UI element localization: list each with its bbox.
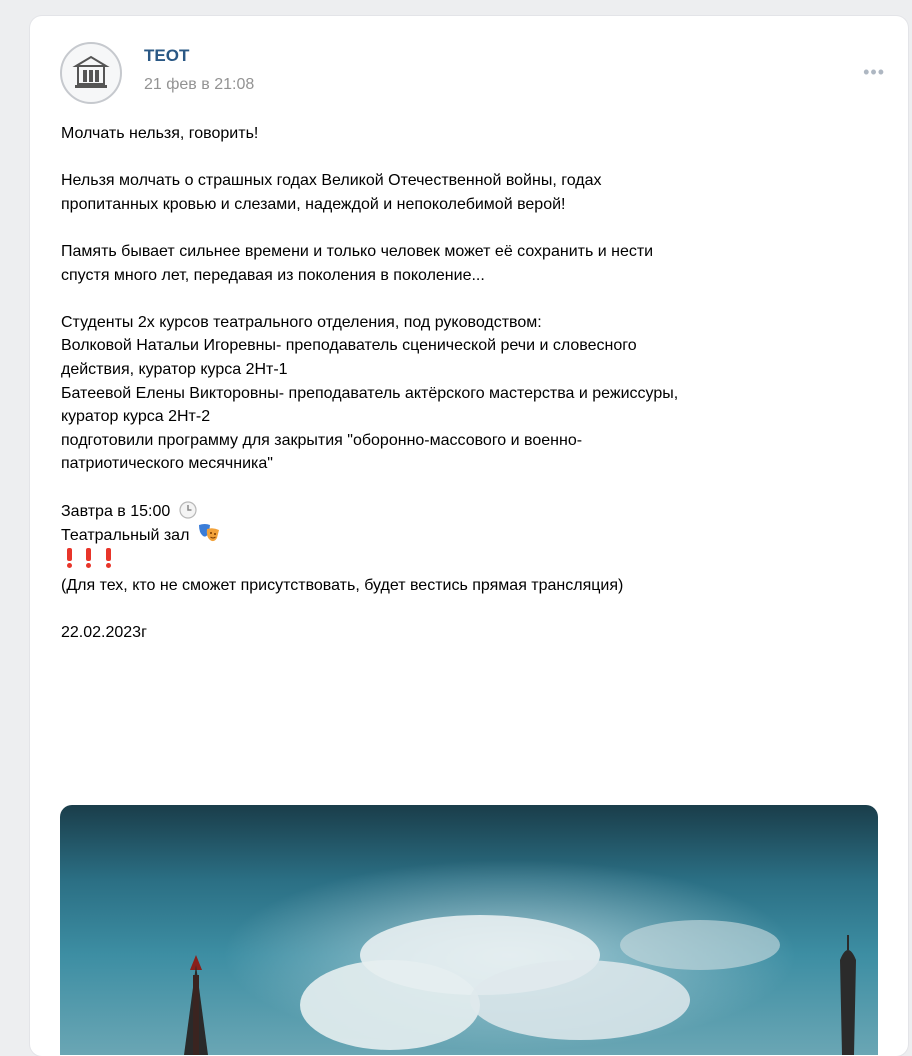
post-line: куратор курса 2Нт-2 [61, 408, 211, 426]
post-text: Молчать нельзя, говорить! Нельзя молчать… [61, 122, 891, 645]
post-line: (Для тех, кто не сможет присутствовать, … [61, 577, 624, 595]
post-line: 22.02.2023г [61, 624, 147, 642]
post-line: патриотического месячника" [61, 455, 273, 473]
kremlin-sky-image [184, 915, 856, 1055]
red-exclamation-icon [105, 547, 111, 568]
exclamation-row [61, 547, 891, 575]
post-author[interactable]: ТЕОТ [144, 46, 189, 66]
building-logo-icon [72, 55, 110, 88]
more-icon[interactable]: ••• [863, 62, 885, 83]
post-line-venue: Театральный зал [61, 523, 891, 548]
red-exclamation-icon [86, 547, 92, 568]
avatar[interactable] [60, 42, 122, 104]
post-line: Завтра в 15:00 [61, 502, 171, 520]
post-line: Волковой Натальи Игоревны- преподаватель… [61, 337, 637, 355]
post-line: действия, куратор курса 2Нт-1 [61, 360, 288, 378]
red-exclamation-icon [67, 547, 72, 568]
post-header: ТЕОТ 21 фев в 21:08 ••• [60, 42, 884, 106]
post-line: Память бывает сильнее времени и только ч… [61, 242, 654, 260]
post-line: Студенты 2х курсов театрального отделени… [61, 313, 542, 331]
post-line: Нельзя молчать о страшных годах Великой … [61, 172, 602, 190]
post-line: Молчать нельзя, говорить! [61, 125, 259, 142]
post-line-time: Завтра в 15:00 [61, 500, 891, 524]
theatre-masks-icon [198, 524, 219, 542]
post-card: ТЕОТ 21 фев в 21:08 ••• Молчать нельзя, … [30, 16, 908, 1056]
post-line: Батеевой Елены Викторовны- преподаватель… [61, 384, 679, 402]
post-line: Театральный зал [61, 527, 190, 545]
post-line: пропитанных кровью и слезами, надеждой и… [61, 195, 566, 213]
post-line: подготовили программу для закрытия "обор… [61, 431, 583, 449]
post-line: спустя много лет, передавая из поколения… [61, 266, 485, 284]
clock-icon [179, 500, 197, 519]
post-date[interactable]: 21 фев в 21:08 [144, 76, 254, 94]
post-photo[interactable] [60, 805, 878, 1055]
